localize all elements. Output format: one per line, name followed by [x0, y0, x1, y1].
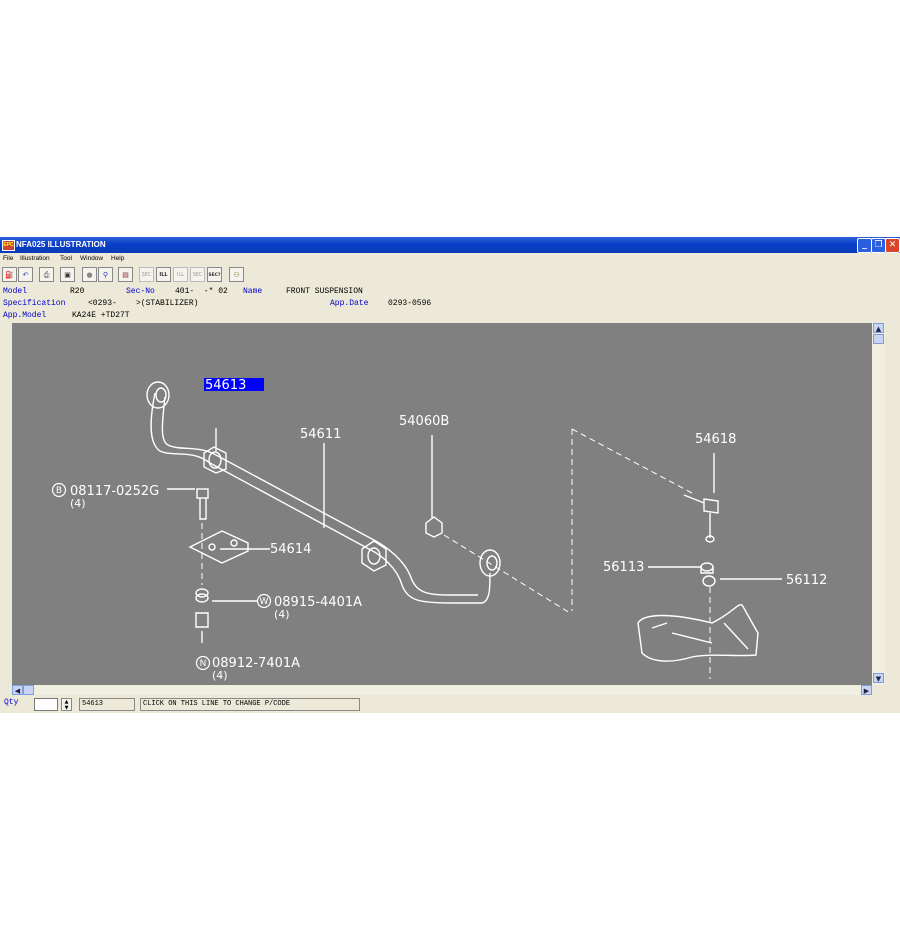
help-icon[interactable]: ⚇ [229, 267, 244, 282]
sec-query-icon[interactable]: SEC? [207, 267, 222, 282]
qty-label: Qty [4, 698, 19, 707]
callout-08912-qty: (4) [212, 669, 228, 682]
close-button[interactable]: ✕ [885, 238, 900, 253]
ill-prev-icon[interactable]: ILL [156, 267, 171, 282]
model-value: R20 [70, 287, 85, 296]
book-icon[interactable]: ▤ [118, 267, 133, 282]
vertical-scrollbar[interactable]: ▲ ▼ [872, 323, 885, 685]
vertical-scroll-thumb[interactable] [873, 334, 884, 344]
minimize-button[interactable]: _ [857, 238, 872, 253]
screen-icon[interactable]: ▣ [60, 267, 75, 282]
back-icon[interactable]: ↶ [18, 267, 33, 282]
callout-54618[interactable]: 54618 [695, 432, 736, 447]
sec-prev-icon[interactable]: SEC [139, 267, 154, 282]
appdate-label: App.Date [330, 299, 369, 308]
restore-button[interactable]: ❐ [871, 238, 886, 253]
qty-spinner[interactable]: ▲ ▼ [61, 698, 72, 711]
callout-08915-qty: (4) [274, 608, 290, 621]
callout-54060b[interactable]: 54060B [399, 414, 449, 429]
part-code-field[interactable]: 54613 [79, 698, 135, 711]
horizontal-scroll-thumb[interactable] [23, 685, 34, 695]
callout-08117-qty: (4) [70, 497, 86, 510]
ill-next-icon[interactable]: ILL [173, 267, 188, 282]
toolbar: ⛽ ↶ ⎙ ▣ ● ⚲ ▤ SEC ILL ILL SEC SEC? ⚇ [0, 265, 900, 285]
appmodel-label: App.Model [3, 311, 47, 320]
appdate-value: 0293-0596 [388, 299, 432, 308]
title-bar: EPC NFA025 ILLUSTRATION _ ❐ ✕ [0, 237, 900, 253]
qty-input[interactable] [34, 698, 58, 711]
menu-help[interactable]: Help [111, 255, 124, 262]
menu-illustration[interactable]: Illustration [20, 255, 50, 262]
badge-b: B [56, 486, 62, 496]
secno-value: 401- -* 02 [175, 287, 228, 296]
menu-window[interactable]: Window [80, 255, 103, 262]
name-value: FRONT SUSPENSION [286, 287, 363, 296]
callout-56112[interactable]: 56112 [786, 573, 827, 588]
badge-w: W [260, 597, 269, 607]
change-pcode-hint[interactable]: CLICK ON THIS LINE TO CHANGE P/CODE [140, 698, 360, 711]
window-title: NFA025 ILLUSTRATION [16, 240, 106, 249]
menu-tool[interactable]: Tool [60, 255, 72, 262]
secno-label: Sec-No [126, 287, 155, 296]
spec-value: <0293- >(STABILIZER) [88, 299, 199, 308]
exit-icon[interactable]: ⛽ [2, 267, 17, 282]
circle-icon[interactable]: ● [82, 267, 97, 282]
illustration-canvas[interactable]: 54613 54611 54060B 54618 08117-0252G (4)… [12, 323, 872, 685]
spec-label: Specification [3, 299, 66, 308]
callout-54614[interactable]: 54614 [270, 542, 311, 557]
app-icon: EPC [2, 240, 15, 251]
callout-54611[interactable]: 54611 [300, 427, 341, 442]
name-label: Name [243, 287, 263, 296]
illustration-window: EPC NFA025 ILLUSTRATION _ ❐ ✕ File Illus… [0, 237, 900, 713]
scroll-left-icon[interactable]: ◀ [12, 685, 23, 695]
callout-56113[interactable]: 56113 [603, 560, 644, 575]
callout-54613[interactable]: 54613 [205, 378, 246, 393]
horizontal-scrollbar[interactable]: ◀ ▶ [12, 685, 872, 695]
status-bar: Qty ▲ ▼ 54613 CLICK ON THIS LINE TO CHANG… [0, 696, 900, 713]
scroll-down-icon[interactable]: ▼ [873, 673, 884, 683]
sec-next-icon[interactable]: SEC [190, 267, 205, 282]
appmodel-value: KA24E +TD27T [72, 311, 130, 320]
search-icon[interactable]: ⚲ [98, 267, 113, 282]
scroll-right-icon[interactable]: ▶ [861, 685, 872, 695]
model-label: Model [3, 287, 28, 296]
menu-bar: File Illustration Tool Window Help [0, 253, 900, 264]
menu-file[interactable]: File [3, 255, 13, 262]
scroll-up-icon[interactable]: ▲ [873, 323, 884, 333]
print-icon[interactable]: ⎙ [39, 267, 54, 282]
parts-diagram: 54613 54611 54060B 54618 08117-0252G (4)… [51, 378, 827, 682]
badge-n: N [200, 659, 207, 669]
